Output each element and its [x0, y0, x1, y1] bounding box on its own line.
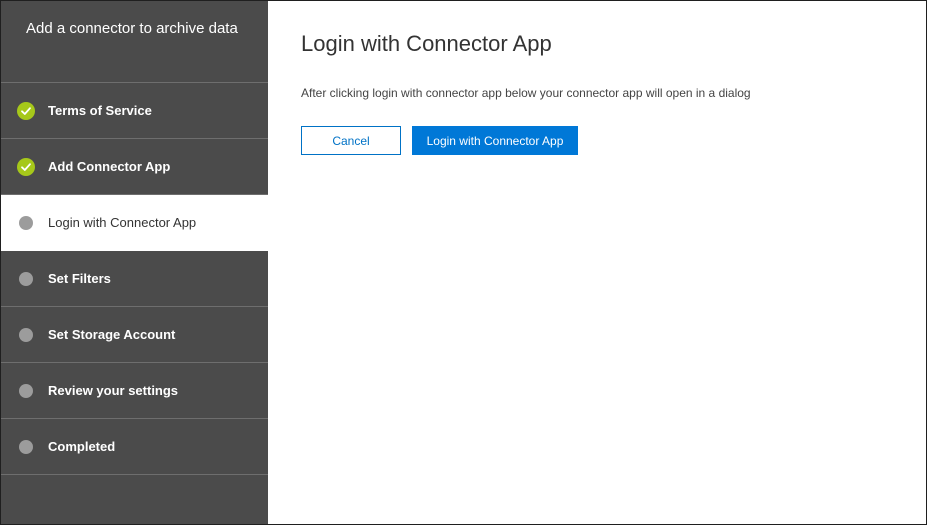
- wizard-sidebar: Add a connector to archive data Terms of…: [1, 1, 268, 524]
- circle-dot-icon: [19, 383, 33, 398]
- step-terms-of-service[interactable]: Terms of Service: [1, 83, 268, 139]
- page-title: Login with Connector App: [301, 31, 552, 56]
- circle-dot-icon: [19, 327, 33, 342]
- main-panel: Login with Connector App After clicking …: [269, 1, 926, 524]
- step-set-filters[interactable]: Set Filters: [1, 251, 268, 307]
- step-login-with-connector-app[interactable]: Login with Connector App: [1, 195, 268, 251]
- step-label: Login with Connector App: [48, 215, 197, 230]
- wizard-window: Add a connector to archive data Terms of…: [0, 0, 927, 525]
- step-label: Terms of Service: [48, 103, 152, 118]
- checkmark-circle-icon: [17, 157, 35, 176]
- step-add-connector-app[interactable]: Add Connector App: [1, 139, 268, 195]
- step-set-storage-account[interactable]: Set Storage Account: [1, 307, 268, 363]
- checkmark-circle-icon: [17, 101, 35, 120]
- step-label: Set Storage Account: [48, 327, 176, 342]
- step-review-your-settings[interactable]: Review your settings: [1, 363, 268, 419]
- circle-dot-icon: [19, 439, 33, 454]
- step-completed[interactable]: Completed: [1, 419, 268, 475]
- instructions-text: After clicking login with connector app …: [301, 86, 751, 100]
- step-label: Add Connector App: [48, 159, 171, 174]
- cancel-button[interactable]: Cancel: [301, 126, 401, 155]
- step-label: Completed: [48, 439, 116, 454]
- circle-dot-icon: [19, 215, 33, 230]
- step-label: Set Filters: [48, 271, 111, 286]
- wizard-steps: Terms of Service Add Connector App Login…: [1, 83, 268, 475]
- step-label: Review your settings: [48, 383, 179, 398]
- sidebar-title: Add a connector to archive data: [1, 1, 268, 83]
- circle-dot-icon: [19, 271, 33, 286]
- login-with-connector-app-button[interactable]: Login with Connector App: [412, 126, 578, 155]
